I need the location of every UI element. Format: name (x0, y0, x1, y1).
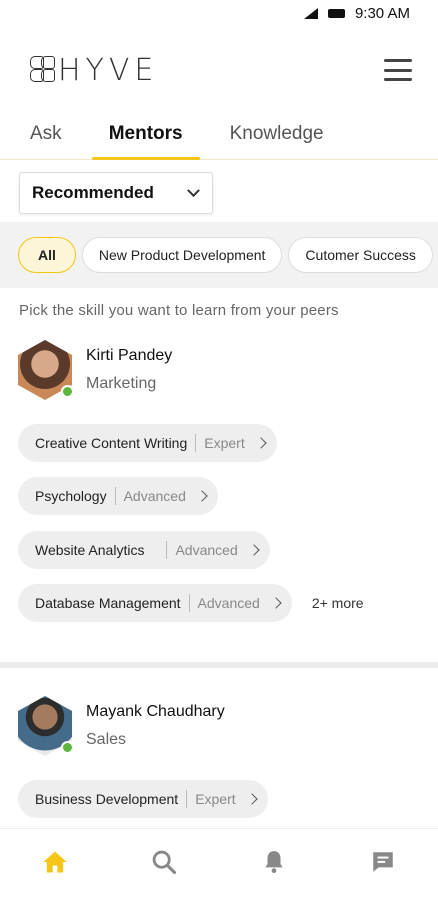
bottom-nav (0, 828, 438, 900)
hint-text: Pick the skill you want to learn from yo… (19, 302, 339, 319)
chevron-down-icon (187, 183, 200, 197)
mentor-name: Kirti Pandey (86, 347, 173, 364)
search-icon[interactable] (148, 846, 180, 878)
tab-bar: Ask Mentors Knowledge (0, 114, 438, 160)
status-time: 9:30 AM (354, 4, 410, 22)
tab-ask[interactable]: Ask (30, 114, 62, 159)
skill-row: Psychology Advanced (18, 470, 438, 524)
skill-name: Database Management (35, 595, 181, 612)
skill-row: Website Analytics Advanced (18, 523, 438, 577)
mentor-header: Kirti Pandey Marketing (18, 336, 438, 404)
avatar (18, 696, 74, 756)
skill-chip[interactable]: Business Development Expert (18, 779, 268, 818)
chevron-right-icon (255, 437, 267, 449)
skill-chip[interactable]: Website Analytics Advanced (18, 530, 270, 569)
skill-row: Creative Content Writing Expert (18, 416, 438, 470)
chevron-right-icon (245, 793, 258, 805)
chevron-right-icon (270, 597, 282, 609)
skill-level: Advanced (175, 541, 238, 558)
tab-knowledge[interactable]: Knowledge (230, 114, 324, 159)
skill-name: Website Analytics (35, 541, 145, 558)
skills-list: Creative Content Writing Expert Psycholo… (18, 404, 438, 630)
skill-chip[interactable]: Psychology Advanced (18, 477, 218, 516)
mentor-department: Sales (86, 731, 127, 748)
online-status-icon (61, 385, 74, 398)
chip-customer-success[interactable]: Cutomer Success (288, 237, 433, 273)
home-icon[interactable] (39, 846, 71, 878)
skill-row: Business Development Expert (18, 772, 438, 826)
skill-chips-bar: All New Product Development Cutomer Succ… (0, 222, 438, 288)
card-divider (0, 662, 438, 668)
logo-text: HYVE (58, 52, 159, 88)
skill-name: Creative Content Writing (35, 434, 188, 451)
battery-icon (327, 8, 345, 18)
chip-new-product-development[interactable]: New Product Development (81, 237, 283, 273)
separator (114, 487, 116, 506)
chevron-right-icon (248, 544, 260, 556)
mentor-card[interactable]: Mayank Chaudhary Sales Business Developm… (0, 692, 438, 826)
skill-level: Advanced (123, 488, 186, 505)
mentor-header: Mayank Chaudhary Sales (18, 692, 438, 760)
skill-level: Expert (204, 434, 245, 451)
logo-mark-icon (30, 56, 56, 84)
signal-icon (303, 7, 318, 19)
app-logo: HYVE (30, 53, 158, 88)
bell-icon[interactable] (258, 846, 290, 878)
separator (186, 789, 188, 808)
chat-icon[interactable] (367, 846, 399, 878)
mentor-name: Mayank Chaudhary (86, 703, 225, 720)
online-status-icon (61, 741, 74, 754)
separator (166, 540, 168, 559)
skill-chip[interactable]: Database Management Advanced (18, 584, 292, 623)
chip-all[interactable]: All (18, 237, 76, 273)
status-bar: 9:30 AM (0, 0, 438, 26)
skill-name: Business Development (35, 790, 179, 807)
separator (188, 594, 190, 613)
skill-row: Database Management Advanced 2+ more (18, 577, 438, 631)
mentor-department: Marketing (86, 375, 157, 392)
separator (195, 433, 197, 452)
mentor-card[interactable]: Kirti Pandey Marketing Creative Content … (0, 336, 438, 630)
skills-list: Business Development Expert (18, 760, 438, 826)
app-header: HYVE (0, 26, 438, 114)
sort-dropdown-value: Recommended (32, 183, 154, 202)
tab-mentors[interactable]: Mentors (91, 114, 200, 160)
skill-level: Expert (195, 790, 236, 807)
skill-level: Advanced (197, 595, 260, 612)
mentor-info: Kirti Pandey Marketing (86, 347, 172, 393)
skill-name: Psychology (35, 488, 107, 505)
filter-row: Recommended (0, 160, 438, 222)
mentor-info: Mayank Chaudhary Sales (86, 703, 225, 749)
hamburger-menu-icon[interactable] (384, 59, 412, 81)
sort-dropdown[interactable]: Recommended (19, 172, 213, 214)
more-skills-link[interactable]: 2+ more (312, 595, 364, 611)
skill-chip[interactable]: Creative Content Writing Expert (18, 423, 277, 462)
chevron-right-icon (196, 490, 208, 502)
avatar (18, 340, 74, 400)
